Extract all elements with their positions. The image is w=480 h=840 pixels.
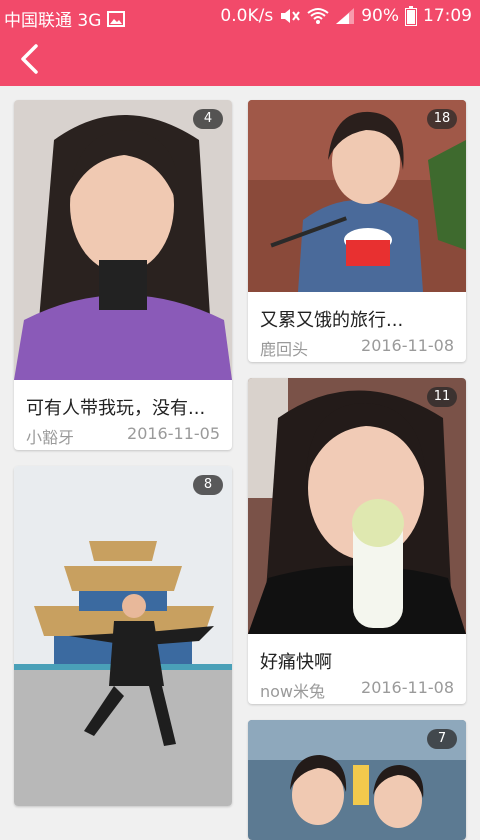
photo-count-badge: 4 — [193, 109, 223, 129]
post-photo — [248, 100, 466, 292]
post-date: 2016-11-08 — [361, 336, 454, 355]
wifi-icon — [307, 8, 329, 24]
app-bar — [0, 32, 480, 86]
status-bar: 中国联通 3G 0.0K/s 90% 17:09 — [0, 0, 480, 32]
net-speed: 0.0K/s — [220, 6, 274, 26]
post-author: 小豁牙 — [26, 428, 75, 447]
photo-count-badge: 18 — [427, 109, 457, 129]
battery-percent: 90% — [361, 6, 399, 26]
post-card[interactable]: 4 可有人带我玩，没有... 小豁牙 2016-11-05 — [14, 100, 232, 450]
post-date: 2016-11-08 — [361, 678, 454, 697]
photo-count-badge: 7 — [427, 729, 457, 749]
carrier-label: 中国联通 3G — [4, 11, 102, 31]
battery-icon — [405, 6, 417, 26]
back-button[interactable] — [14, 42, 48, 76]
post-photo — [248, 378, 466, 634]
clock: 17:09 — [423, 6, 472, 26]
post-photo — [14, 466, 232, 806]
post-author: now米兔 — [260, 682, 326, 701]
post-title: 可有人带我玩，没有... — [26, 398, 206, 419]
post-card[interactable]: 8 — [14, 466, 232, 806]
mute-icon — [281, 9, 301, 23]
post-title: 又累又饿的旅行... — [260, 310, 404, 331]
post-date: 2016-11-05 — [127, 424, 220, 443]
chevron-left-icon — [21, 44, 38, 74]
post-photo — [14, 100, 232, 380]
post-card[interactable]: 18 又累又饿的旅行... 鹿回头 2016-11-08 — [248, 100, 466, 362]
post-title: 好痛快啊 — [260, 652, 332, 673]
image-icon — [107, 10, 126, 27]
post-card[interactable]: 7 — [248, 720, 466, 840]
post-author: 鹿回头 — [260, 340, 309, 359]
post-feed: 4 可有人带我玩，没有... 小豁牙 2016-11-05 18 又累又饿的旅行… — [0, 86, 480, 840]
post-card[interactable]: 11 好痛快啊 now米兔 2016-11-08 — [248, 378, 466, 704]
photo-count-badge: 8 — [193, 475, 223, 495]
signal-icon — [336, 8, 355, 24]
photo-count-badge: 11 — [427, 387, 457, 407]
